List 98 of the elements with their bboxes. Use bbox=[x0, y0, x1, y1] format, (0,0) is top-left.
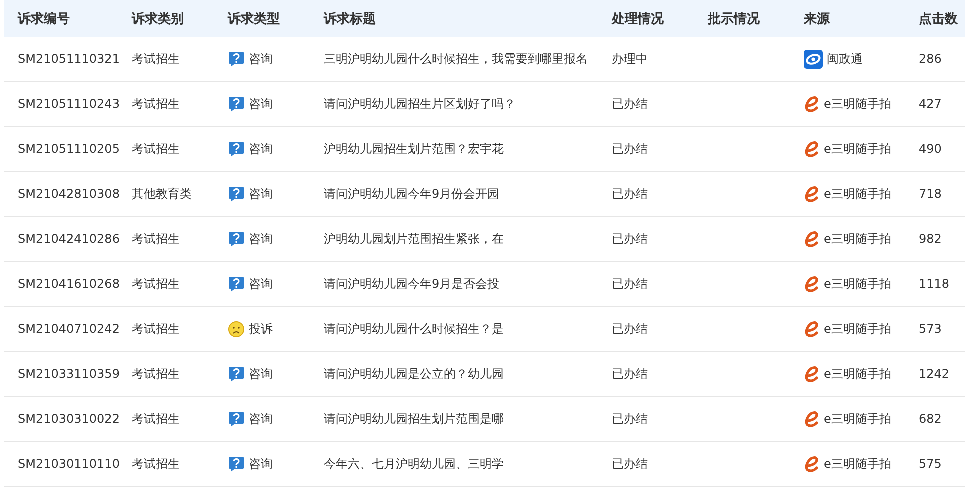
click-count: 575 bbox=[919, 457, 942, 471]
category-text: 考试招生 bbox=[132, 276, 180, 292]
category-text: 其他教育类 bbox=[132, 186, 192, 202]
source-text: e三明随手拍 bbox=[824, 186, 892, 202]
swirl-icon bbox=[804, 320, 820, 338]
column-header: 来源 bbox=[804, 10, 832, 28]
type-text: 咨询 bbox=[249, 96, 273, 112]
status-text: 已办结 bbox=[612, 276, 648, 292]
type-text: 咨询 bbox=[249, 50, 273, 68]
swirl-icon bbox=[804, 96, 820, 112]
question-icon bbox=[228, 186, 245, 202]
title-link[interactable]: 请问沪明幼儿园今年9月份会开园 bbox=[324, 186, 500, 202]
title-link[interactable]: 沪明幼儿园划片范围招生紧张，在 bbox=[324, 230, 504, 248]
click-count: 682 bbox=[919, 412, 942, 426]
click-count: 982 bbox=[919, 232, 942, 246]
title-link[interactable]: 请问沪明幼儿园今年9月是否会投 bbox=[324, 276, 500, 292]
sad-face-icon bbox=[228, 320, 245, 338]
status-text: 已办结 bbox=[612, 230, 648, 248]
column-header: 点击数 bbox=[919, 10, 959, 28]
source-text: e三明随手拍 bbox=[824, 366, 892, 382]
question-icon bbox=[228, 410, 245, 428]
request-id: SM21051110243 bbox=[18, 97, 120, 111]
swirl-icon bbox=[804, 456, 820, 472]
column-header: 诉求类型 bbox=[228, 10, 281, 28]
type-text: 咨询 bbox=[249, 140, 273, 158]
title-link[interactable]: 今年六、七月沪明幼儿园、三明学 bbox=[324, 456, 504, 472]
swirl-icon bbox=[804, 410, 820, 428]
status-text: 已办结 bbox=[612, 366, 648, 382]
title-link[interactable]: 请问沪明幼儿园招生划片范围是哪 bbox=[324, 410, 504, 428]
question-icon bbox=[228, 140, 245, 158]
category-text: 考试招生 bbox=[132, 320, 180, 338]
click-count: 490 bbox=[919, 142, 942, 156]
source-text: e三明随手拍 bbox=[824, 96, 892, 112]
column-header: 诉求类别 bbox=[132, 10, 185, 28]
status-text: 已办结 bbox=[612, 96, 648, 112]
source-text: e三明随手拍 bbox=[824, 230, 892, 248]
category-text: 考试招生 bbox=[132, 366, 180, 382]
category-text: 考试招生 bbox=[132, 140, 180, 158]
status-text: 已办结 bbox=[612, 186, 648, 202]
status-text: 已办结 bbox=[612, 140, 648, 158]
request-id: SM21030110110 bbox=[18, 457, 120, 471]
click-count: 286 bbox=[919, 52, 942, 66]
question-icon bbox=[228, 50, 245, 68]
type-text: 咨询 bbox=[249, 186, 273, 202]
request-id: SM21042410286 bbox=[18, 232, 120, 246]
source-text: e三明随手拍 bbox=[824, 456, 892, 472]
question-icon bbox=[228, 230, 245, 248]
category-text: 考试招生 bbox=[132, 96, 180, 112]
source-text: e三明随手拍 bbox=[824, 320, 892, 338]
status-text: 已办结 bbox=[612, 410, 648, 428]
type-text: 咨询 bbox=[249, 456, 273, 472]
swirl-icon bbox=[804, 230, 820, 248]
title-link[interactable]: 沪明幼儿园招生划片范围？宏宇花 bbox=[324, 140, 504, 158]
category-text: 考试招生 bbox=[132, 50, 180, 68]
question-icon bbox=[228, 456, 245, 472]
status-text: 办理中 bbox=[612, 50, 648, 68]
status-text: 已办结 bbox=[612, 456, 648, 472]
click-count: 427 bbox=[919, 97, 942, 111]
column-header: 处理情况 bbox=[612, 10, 665, 28]
click-count: 573 bbox=[919, 322, 942, 336]
title-link[interactable]: 请问沪明幼儿园什么时候招生？是 bbox=[324, 320, 504, 338]
source-text: e三明随手拍 bbox=[824, 276, 892, 292]
swirl-icon bbox=[804, 140, 820, 158]
click-count: 1118 bbox=[919, 277, 950, 291]
column-header: 批示情况 bbox=[708, 10, 761, 28]
question-icon bbox=[228, 366, 245, 382]
swirl-icon bbox=[804, 276, 820, 292]
type-text: 投诉 bbox=[249, 320, 273, 338]
source-text: e三明随手拍 bbox=[824, 140, 892, 158]
click-count: 718 bbox=[919, 187, 942, 201]
question-icon bbox=[228, 276, 245, 292]
source-text: e三明随手拍 bbox=[824, 410, 892, 428]
request-id: SM21051110205 bbox=[18, 142, 120, 156]
title-link[interactable]: 请问沪明幼儿园是公立的？幼儿园 bbox=[324, 366, 504, 382]
column-header: 诉求标题 bbox=[324, 10, 377, 28]
click-count: 1242 bbox=[919, 367, 950, 381]
swirl-icon bbox=[804, 186, 820, 202]
swirl-app-icon bbox=[804, 50, 823, 68]
source-text: 闽政通 bbox=[827, 50, 863, 68]
category-text: 考试招生 bbox=[132, 456, 180, 472]
request-id: SM21041610268 bbox=[18, 277, 120, 291]
title-link[interactable]: 三明沪明幼儿园什么时候招生，我需要到哪里报名 bbox=[324, 50, 588, 68]
request-id: SM21033110359 bbox=[18, 367, 120, 381]
question-icon bbox=[228, 96, 245, 112]
request-id: SM21030310022 bbox=[18, 412, 120, 426]
request-id: SM21042810308 bbox=[18, 187, 120, 201]
type-text: 咨询 bbox=[249, 366, 273, 382]
request-id: SM21040710242 bbox=[18, 322, 120, 336]
type-text: 咨询 bbox=[249, 276, 273, 292]
title-link[interactable]: 请问沪明幼儿园招生片区划好了吗？ bbox=[324, 96, 516, 112]
type-text: 咨询 bbox=[249, 230, 273, 248]
request-id: SM21051110321 bbox=[18, 52, 120, 66]
column-header: 诉求编号 bbox=[18, 10, 71, 28]
category-text: 考试招生 bbox=[132, 410, 180, 428]
type-text: 咨询 bbox=[249, 410, 273, 428]
category-text: 考试招生 bbox=[132, 230, 180, 248]
swirl-icon bbox=[804, 366, 820, 382]
status-text: 已办结 bbox=[612, 320, 648, 338]
